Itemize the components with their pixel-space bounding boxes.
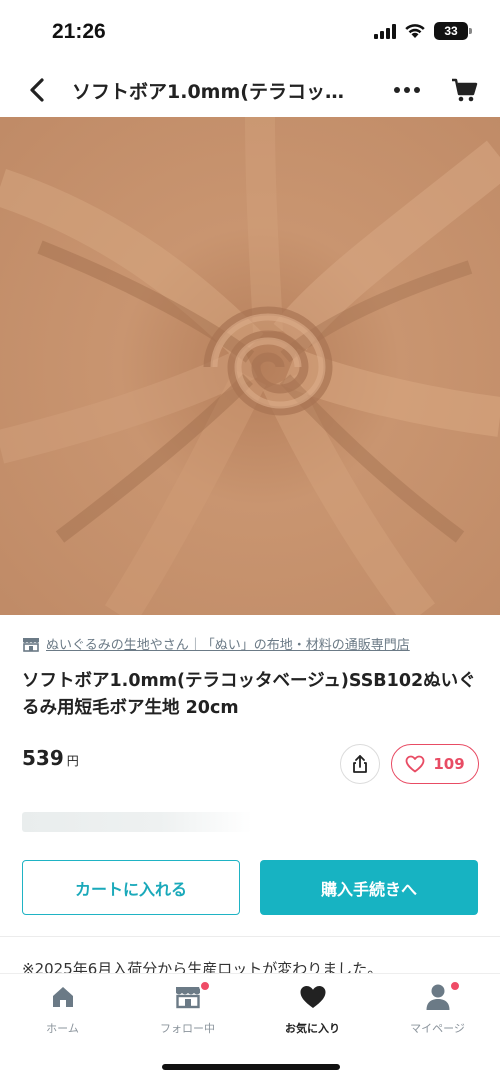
person-icon: [423, 980, 461, 1012]
shopping-cart-icon: [452, 78, 478, 102]
cart-button[interactable]: [450, 76, 478, 104]
tab-home[interactable]: ホーム: [0, 982, 125, 1042]
tab-label: マイページ: [410, 1022, 465, 1035]
home-icon: [48, 982, 78, 1012]
price-unit: 円: [66, 754, 79, 768]
tab-following[interactable]: フォロー中: [125, 980, 250, 1042]
share-button[interactable]: [340, 744, 380, 784]
tab-label: ホーム: [46, 1022, 79, 1035]
like-count: 109: [433, 755, 465, 773]
price-value: 539: [22, 746, 64, 770]
product-title: ソフトボア1.0mm(テラコッタベージュ)SSB102ぬいぐるみ用短毛ボア生地 …: [22, 671, 476, 718]
nav-bar: ソフトボア1.0mm(テラコッ…: [0, 64, 500, 116]
notification-dot: [198, 980, 211, 992]
like-button[interactable]: 109: [391, 744, 479, 784]
status-time: 21:26: [52, 20, 106, 43]
shop-icon: [23, 637, 39, 652]
cellular-signal-icon: [374, 23, 396, 39]
product-image[interactable]: [0, 117, 500, 615]
loading-placeholder: [22, 812, 252, 832]
tab-favorites[interactable]: お気に入り: [250, 982, 375, 1042]
shop-link[interactable]: ぬいぐるみの生地やさん｜「ぬい」の布地・材料の通販専門店: [46, 634, 410, 653]
share-icon: [353, 755, 367, 773]
more-button[interactable]: [390, 78, 424, 102]
chevron-left-icon: [30, 78, 44, 102]
back-button[interactable]: [22, 74, 52, 106]
add-to-cart-button[interactable]: カートに入れる: [22, 860, 240, 915]
status-bar: 21:26 33: [0, 0, 500, 64]
battery-icon: 33: [434, 22, 472, 40]
battery-level: 33: [444, 24, 458, 38]
price: 539 円: [22, 746, 79, 770]
more-horizontal-icon: [394, 87, 400, 93]
heart-outline-icon: [405, 755, 425, 773]
checkout-button[interactable]: 購入手続きへ: [260, 860, 478, 915]
tab-mypage[interactable]: マイページ: [375, 980, 500, 1042]
tab-bar: ホーム フォロー中 お気に入り マイページ: [0, 974, 500, 1080]
heart-icon: [298, 982, 328, 1012]
nav-title: ソフトボア1.0mm(テラコッ…: [72, 81, 344, 103]
notification-dot: [448, 980, 461, 992]
wifi-icon: [405, 24, 425, 38]
divider: [0, 936, 500, 937]
shop-icon: [173, 980, 211, 1012]
fabric-photo: [0, 117, 500, 615]
home-indicator: [162, 1064, 340, 1070]
tab-label: フォロー中: [160, 1022, 215, 1035]
tab-label: お気に入り: [285, 1022, 340, 1035]
status-icons: 33: [374, 22, 472, 40]
shop-row[interactable]: ぬいぐるみの生地やさん｜「ぬい」の布地・材料の通販専門店: [22, 634, 480, 653]
